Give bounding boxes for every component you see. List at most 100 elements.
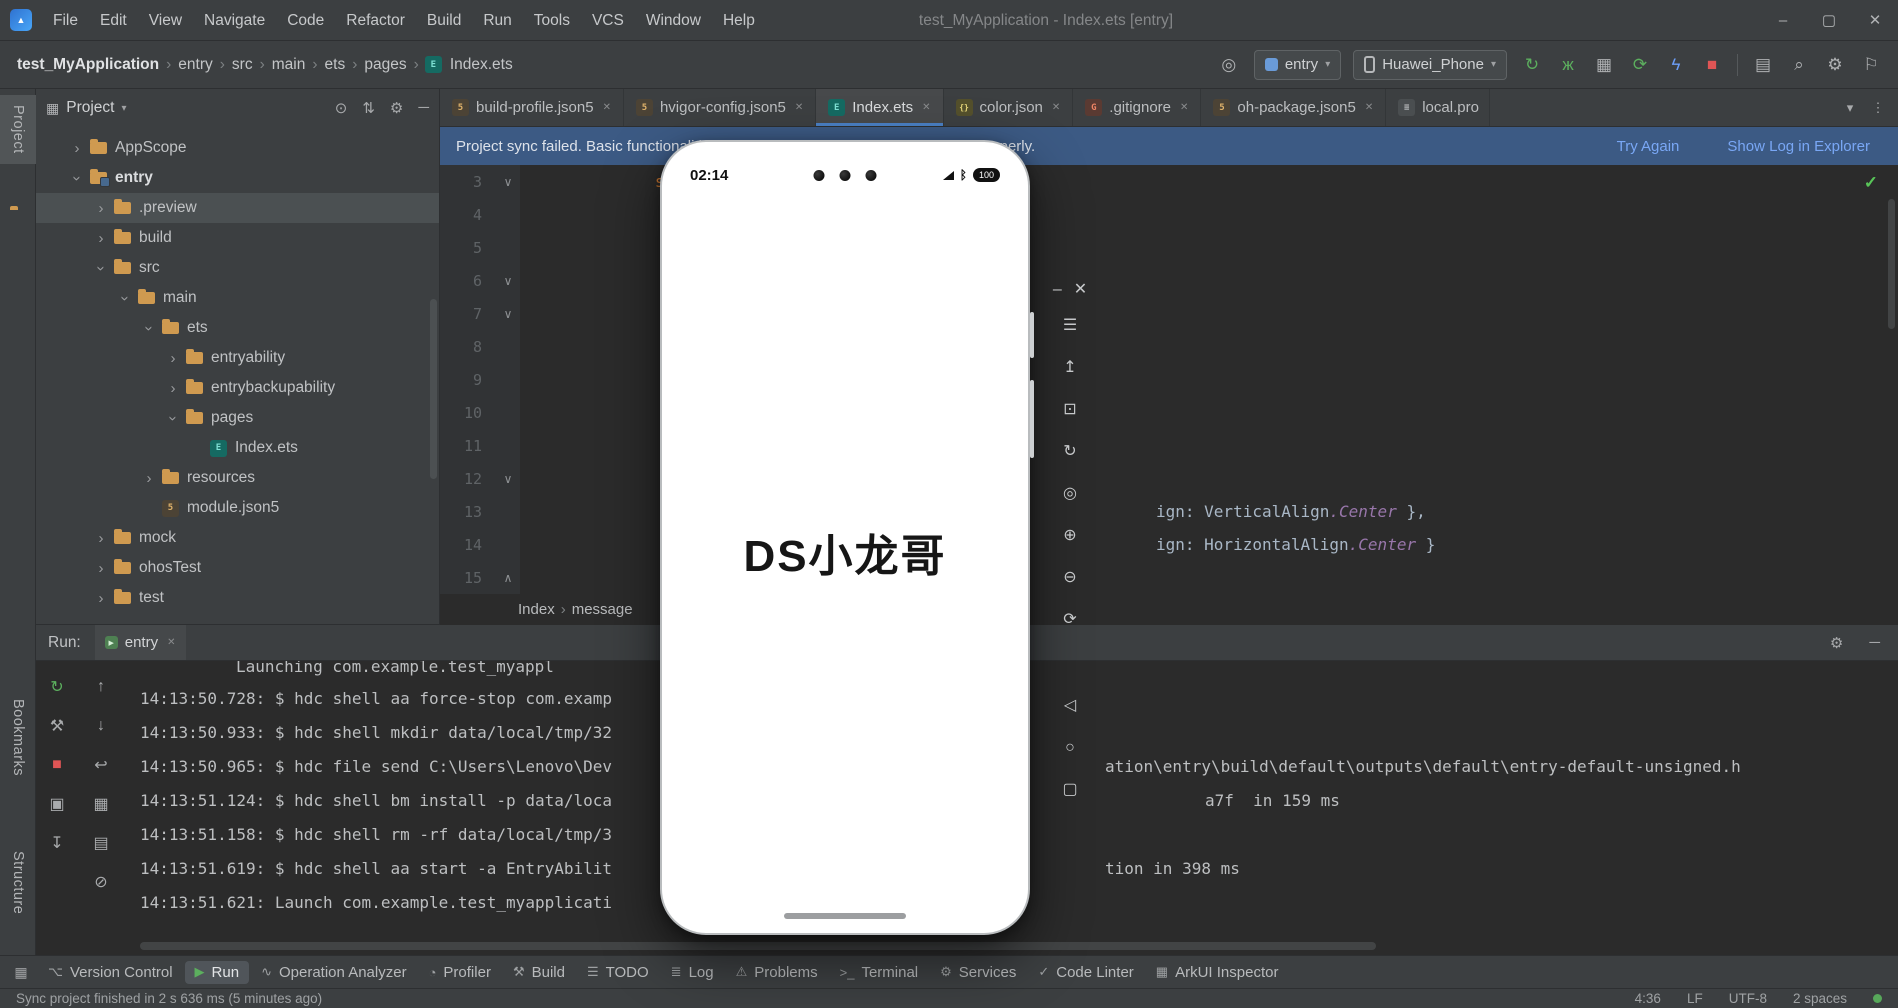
- project-panel-title[interactable]: Project: [66, 99, 114, 117]
- minimize-icon[interactable]: –: [1053, 280, 1062, 300]
- settings-icon[interactable]: ⚙: [390, 99, 403, 117]
- bottom-tab-run[interactable]: ▶ Run: [184, 960, 250, 984]
- scroll-top-icon[interactable]: ↥: [1063, 358, 1076, 378]
- menu-item[interactable]: Edit: [89, 0, 138, 41]
- recents-icon[interactable]: ▢: [1062, 780, 1077, 800]
- editor-tab[interactable]: color.json ✕: [944, 89, 1074, 126]
- breadcrumb-item[interactable]: src: [229, 54, 256, 76]
- tab-close-icon[interactable]: ✕: [922, 102, 930, 113]
- tree-row[interactable]: module.json5: [36, 493, 439, 523]
- tool-window-switcher-icon[interactable]: ▦: [6, 964, 36, 981]
- stop-icon[interactable]: ■: [52, 753, 62, 777]
- project-structure-icon[interactable]: ▤: [1750, 55, 1776, 75]
- bottom-tab-build[interactable]: ⚒ Build: [503, 961, 575, 984]
- editor-tab[interactable]: oh-package.json5 ✕: [1201, 89, 1387, 126]
- coverage-icon[interactable]: ▦: [1591, 55, 1617, 75]
- tree-row[interactable]: main: [36, 283, 439, 313]
- menu-item[interactable]: Window: [635, 0, 712, 41]
- bottom-tab-todo[interactable]: ☰ TODO: [577, 961, 659, 984]
- bottom-tab-code-linter[interactable]: ✓ Code Linter: [1028, 961, 1143, 984]
- try-again-link[interactable]: Try Again: [1617, 138, 1680, 155]
- chevron-icon[interactable]: [165, 407, 182, 429]
- fold-icon[interactable]: [496, 571, 520, 585]
- menu-item[interactable]: Help: [712, 0, 766, 41]
- tree-row[interactable]: ets: [36, 313, 439, 343]
- tree-row[interactable]: resources: [36, 463, 439, 493]
- menu-item[interactable]: Refactor: [335, 0, 416, 41]
- tab-list-icon[interactable]: ▾: [1836, 100, 1864, 116]
- hide-panel-icon[interactable]: ─: [1863, 634, 1886, 651]
- up-stack-icon[interactable]: ↑: [97, 675, 105, 699]
- location-icon[interactable]: ◎: [1063, 484, 1077, 504]
- back-icon[interactable]: ◁: [1064, 696, 1076, 716]
- run-tab-entry[interactable]: entry ✕: [94, 625, 186, 660]
- bottom-tab-log[interactable]: ≣ Log: [661, 961, 724, 984]
- breadcrumb-item[interactable]: test_MyApplication: [14, 54, 162, 76]
- notifications-icon[interactable]: ⚐: [1858, 55, 1884, 75]
- tab-close-icon[interactable]: ✕: [1180, 102, 1188, 113]
- chevron-icon[interactable]: [90, 200, 112, 217]
- bottom-tab-problems[interactable]: ⚠ Problems: [726, 961, 828, 984]
- menu-item[interactable]: Run: [472, 0, 522, 41]
- profiler-icon[interactable]: ϟ: [1663, 55, 1689, 75]
- tree-row[interactable]: entry: [36, 163, 439, 193]
- build-icon[interactable]: ⚒: [50, 714, 64, 738]
- bottom-tab-arkui-inspector[interactable]: ▦ ArkUI Inspector: [1146, 961, 1289, 984]
- close-icon[interactable]: ✕: [1074, 280, 1087, 300]
- fold-icon[interactable]: [496, 472, 520, 486]
- bottom-tab-operation-analyzer[interactable]: ∿ Operation Analyzer: [251, 961, 416, 984]
- run-config-select[interactable]: entry ▾: [1253, 49, 1342, 80]
- chevron-icon[interactable]: [69, 167, 86, 189]
- phone-emulator[interactable]: 02:14 ᛒ 100 DS小龙哥: [660, 140, 1034, 935]
- breadcrumb-item[interactable]: Index.ets: [447, 54, 516, 76]
- tree-row[interactable]: entrybackupability: [36, 373, 439, 403]
- bottom-tab-services[interactable]: ⚙ Services: [930, 961, 1026, 984]
- status-message[interactable]: Sync project finished in 2 s 636 ms (5 m…: [16, 991, 322, 1006]
- tree-row[interactable]: ohosTest: [36, 553, 439, 583]
- tool-button-bookmarks[interactable]: Bookmarks: [0, 689, 36, 786]
- menu-icon[interactable]: ☰: [1063, 316, 1077, 336]
- tab-close-icon[interactable]: ✕: [167, 637, 175, 648]
- tree-row[interactable]: build: [36, 223, 439, 253]
- bottom-tab-version-control[interactable]: ⌥ Version Control: [38, 961, 183, 984]
- volume-up-icon[interactable]: ⊕: [1063, 526, 1076, 546]
- tree-row[interactable]: entryability: [36, 343, 439, 373]
- down-stack-icon[interactable]: ↓: [97, 714, 105, 738]
- fold-icon[interactable]: [496, 307, 520, 321]
- volume-down-icon[interactable]: ⊖: [1063, 568, 1076, 588]
- breadcrumb-item[interactable]: ets: [322, 54, 349, 76]
- menu-item[interactable]: View: [138, 0, 193, 41]
- editor-tab[interactable]: build-profile.json5 ✕: [440, 89, 624, 126]
- debug-icon[interactable]: ж: [1555, 55, 1581, 75]
- restore-layout-icon[interactable]: ▣: [49, 792, 64, 816]
- tree-row[interactable]: test: [36, 583, 439, 613]
- chevron-icon[interactable]: [90, 230, 112, 247]
- home-icon[interactable]: ○: [1065, 738, 1075, 758]
- scrollbar[interactable]: [430, 299, 437, 479]
- tree-row[interactable]: mock: [36, 523, 439, 553]
- screenshot-icon[interactable]: ⊡: [1063, 400, 1076, 420]
- chevron-icon[interactable]: [90, 590, 112, 607]
- chevron-icon[interactable]: [141, 317, 158, 339]
- chevron-icon[interactable]: [138, 470, 160, 487]
- locate-file-icon[interactable]: ⊙: [335, 99, 348, 117]
- close-button[interactable]: ✕: [1852, 0, 1898, 41]
- hide-panel-icon[interactable]: ─: [418, 99, 429, 117]
- tree-row[interactable]: .preview: [36, 193, 439, 223]
- scrollbar[interactable]: [1885, 165, 1898, 594]
- code-editor[interactable]: 3 struct Inde 4 @State me: [440, 165, 1898, 594]
- tab-close-icon[interactable]: ✕: [603, 102, 611, 113]
- breadcrumb-item[interactable]: entry: [175, 54, 215, 76]
- menu-item[interactable]: VCS: [581, 0, 635, 41]
- indent-setting[interactable]: 2 spaces: [1793, 991, 1847, 1006]
- editor-tab[interactable]: local.pro ✕: [1386, 89, 1491, 126]
- tab-close-icon[interactable]: ✕: [795, 102, 803, 113]
- chevron-icon[interactable]: [90, 560, 112, 577]
- show-log-link[interactable]: Show Log in Explorer: [1727, 138, 1870, 155]
- tree-row[interactable]: AppScope: [36, 133, 439, 163]
- menu-item[interactable]: Tools: [523, 0, 581, 41]
- inspection-ok-icon[interactable]: ✓: [1864, 173, 1878, 193]
- device-select[interactable]: Huawei_Phone ▾: [1353, 49, 1507, 80]
- rerun-icon[interactable]: ↻: [50, 675, 63, 699]
- minimize-button[interactable]: –: [1760, 0, 1806, 41]
